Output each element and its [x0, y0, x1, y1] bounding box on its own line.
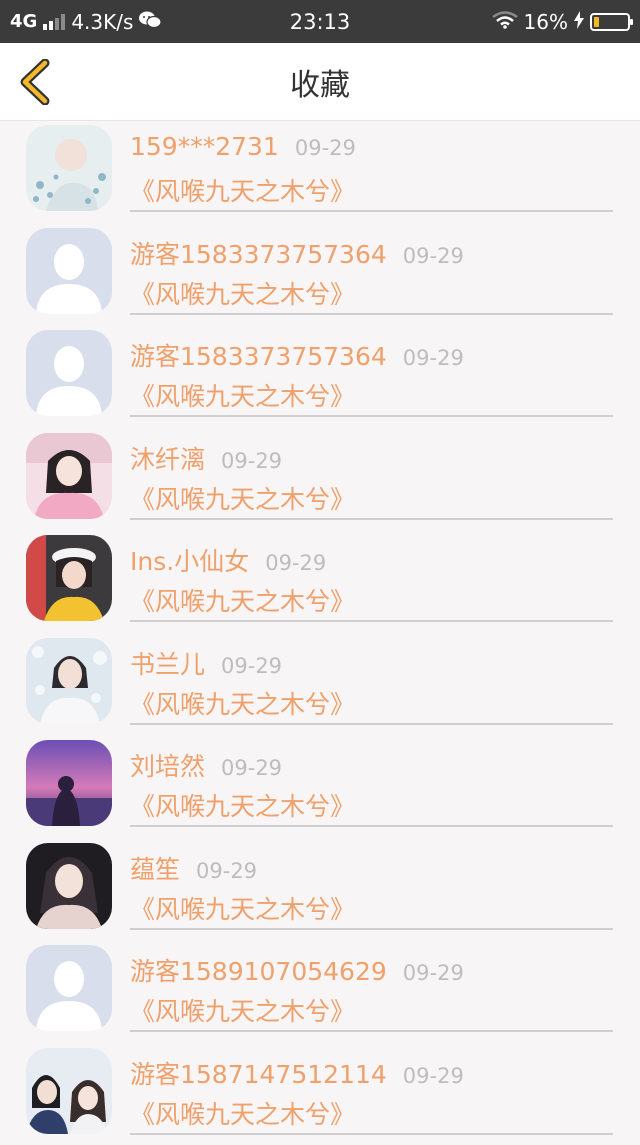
user-name[interactable]: 159***2731 — [130, 132, 279, 161]
book-title[interactable]: 《风喉九天之木兮》 — [130, 480, 355, 516]
list-item[interactable]: 沐纤漓 09-29 《风喉九天之木兮》 — [0, 428, 640, 531]
item-content: 书兰儿 09-29 《风喉九天之木兮》 — [130, 633, 613, 725]
item-header: 游客1583373757364 09-29 — [130, 235, 464, 271]
list-item[interactable]: 蕴笙 09-29 《风喉九天之木兮》 — [0, 838, 640, 941]
date-label: 09-29 — [295, 136, 356, 160]
book-title[interactable]: 《风喉九天之木兮》 — [130, 582, 355, 618]
date-label: 09-29 — [221, 449, 282, 473]
avatar[interactable] — [26, 228, 112, 314]
avatar[interactable] — [26, 740, 112, 826]
battery-level — [594, 17, 599, 27]
item-header: 刘培然 09-29 — [130, 747, 282, 783]
list-item[interactable]: 游客1583373757364 09-29 《风喉九天之木兮》 — [0, 223, 640, 326]
item-header: 书兰儿 09-29 — [130, 645, 282, 681]
book-title[interactable]: 《风喉九天之木兮》 — [130, 787, 355, 823]
date-label: 09-29 — [196, 859, 257, 883]
charging-icon — [574, 10, 584, 34]
item-content: 刘培然 09-29 《风喉九天之木兮》 — [130, 735, 613, 827]
list-item[interactable]: 书兰儿 09-29 《风喉九天之木兮》 — [0, 633, 640, 736]
avatar[interactable] — [26, 843, 112, 929]
item-content: 游客1589107054629 09-29 《风喉九天之木兮》 — [130, 940, 613, 1032]
user-name[interactable]: 游客1583373757364 — [130, 337, 387, 373]
avatar[interactable] — [26, 535, 112, 621]
date-label: 09-29 — [221, 654, 282, 678]
item-header: 游客1587147512114 09-29 — [130, 1055, 464, 1091]
list-item[interactable]: 159***2731 09-29 《风喉九天之木兮》 — [0, 120, 640, 223]
book-title[interactable]: 《风喉九天之木兮》 — [130, 172, 355, 208]
item-header: 沐纤漓 09-29 — [130, 440, 282, 476]
book-title[interactable]: 《风喉九天之木兮》 — [130, 890, 355, 926]
date-label: 09-29 — [403, 346, 464, 370]
avatar[interactable] — [26, 330, 112, 416]
battery-percent: 16% — [524, 10, 568, 34]
avatar[interactable] — [26, 945, 112, 1031]
item-content: 游客1583373757364 09-29 《风喉九天之木兮》 — [130, 223, 613, 315]
avatar[interactable] — [26, 125, 112, 211]
book-title[interactable]: 《风喉九天之木兮》 — [130, 377, 355, 413]
item-content: 游客1583373757364 09-29 《风喉九天之木兮》 — [130, 325, 613, 417]
user-name[interactable]: Ins.小仙女 — [130, 542, 249, 578]
item-header: 游客1583373757364 09-29 — [130, 337, 464, 373]
item-content: 游客1587147512114 09-29 《风喉九天之木兮》 — [130, 1043, 613, 1135]
user-name[interactable]: 游客1587147512114 — [130, 1055, 387, 1091]
item-content: Ins.小仙女 09-29 《风喉九天之木兮》 — [130, 530, 613, 622]
wifi-icon — [492, 10, 518, 34]
item-header: Ins.小仙女 09-29 — [130, 542, 326, 578]
user-name[interactable]: 游客1589107054629 — [130, 952, 387, 988]
user-name[interactable]: 蕴笙 — [130, 850, 180, 886]
date-label: 09-29 — [403, 1064, 464, 1088]
list-item[interactable]: 游客1583373757364 09-29 《风喉九天之木兮》 — [0, 325, 640, 428]
item-header: 159***2731 09-29 — [130, 132, 356, 161]
favorites-list: 159***2731 09-29 《风喉九天之木兮》 游客15833737573… — [0, 120, 640, 1145]
user-name[interactable]: 沐纤漓 — [130, 440, 205, 476]
battery-icon — [590, 13, 630, 31]
page-title: 收藏 — [0, 43, 640, 120]
list-item[interactable]: Ins.小仙女 09-29 《风喉九天之木兮》 — [0, 530, 640, 633]
status-bar: 4G 4.3K/s 23:13 16% — [0, 0, 640, 43]
avatar[interactable] — [26, 433, 112, 519]
item-header: 游客1589107054629 09-29 — [130, 952, 464, 988]
date-label: 09-29 — [265, 551, 326, 575]
list-item[interactable]: 游客1587147512114 09-29 《风喉九天之木兮》 — [0, 1043, 640, 1145]
book-title[interactable]: 《风喉九天之木兮》 — [130, 685, 355, 721]
book-title[interactable]: 《风喉九天之木兮》 — [130, 992, 355, 1028]
nav-header: 收藏 — [0, 43, 640, 121]
item-content: 159***2731 09-29 《风喉九天之木兮》 — [130, 120, 613, 212]
list-item[interactable]: 刘培然 09-29 《风喉九天之木兮》 — [0, 735, 640, 838]
avatar[interactable] — [26, 638, 112, 724]
user-name[interactable]: 书兰儿 — [130, 645, 205, 681]
item-content: 蕴笙 09-29 《风喉九天之木兮》 — [130, 838, 613, 930]
status-right: 16% — [492, 0, 630, 43]
user-name[interactable]: 刘培然 — [130, 747, 205, 783]
date-label: 09-29 — [403, 961, 464, 985]
item-content: 沐纤漓 09-29 《风喉九天之木兮》 — [130, 428, 613, 520]
list-item[interactable]: 游客1589107054629 09-29 《风喉九天之木兮》 — [0, 940, 640, 1043]
item-header: 蕴笙 09-29 — [130, 850, 257, 886]
date-label: 09-29 — [221, 756, 282, 780]
date-label: 09-29 — [403, 244, 464, 268]
user-name[interactable]: 游客1583373757364 — [130, 235, 387, 271]
book-title[interactable]: 《风喉九天之木兮》 — [130, 1095, 355, 1131]
book-title[interactable]: 《风喉九天之木兮》 — [130, 275, 355, 311]
avatar[interactable] — [26, 1048, 112, 1134]
